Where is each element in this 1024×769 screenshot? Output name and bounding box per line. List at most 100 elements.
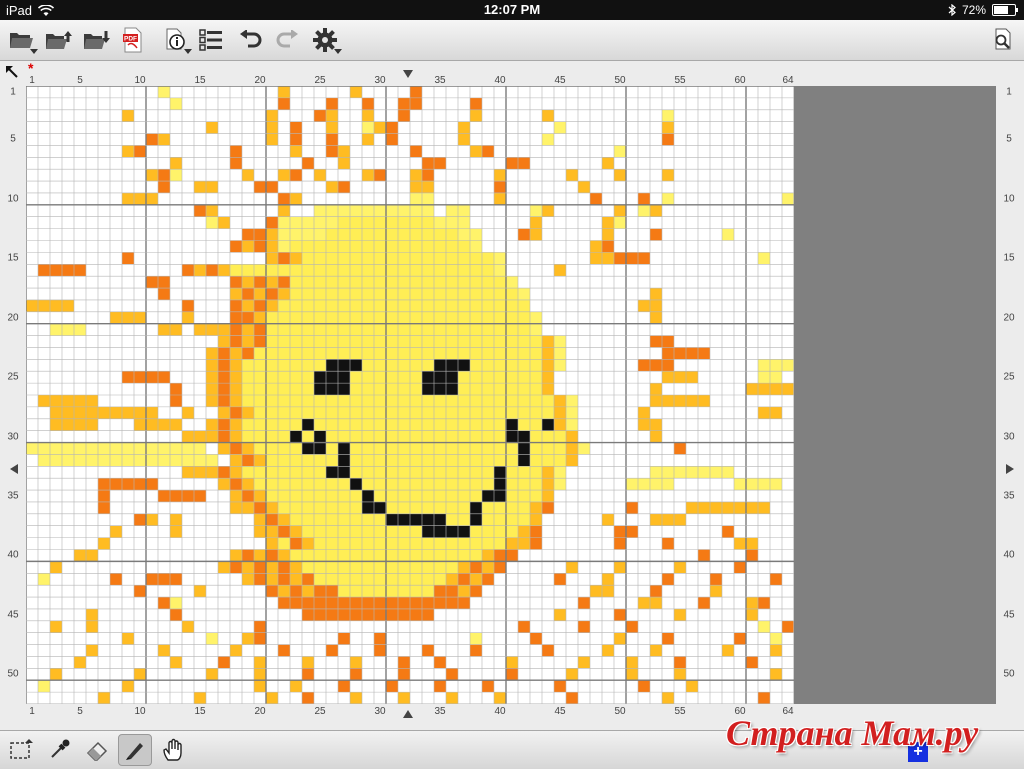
stitch-cell[interactable] (638, 204, 650, 217)
stitch-cell[interactable] (242, 501, 254, 514)
stitch-cell[interactable] (338, 240, 350, 253)
stitch-cell[interactable] (266, 525, 278, 538)
stitch-cell[interactable] (254, 299, 266, 312)
stitch-cell[interactable] (230, 335, 242, 348)
stitch-cell[interactable] (662, 133, 674, 146)
stitch-cell[interactable] (506, 430, 518, 443)
stitch-cell[interactable] (482, 252, 494, 265)
stitch-cell[interactable] (422, 585, 434, 598)
stitch-cell[interactable] (278, 430, 290, 443)
stitch-cell[interactable] (38, 680, 50, 693)
stitch-cell[interactable] (302, 395, 314, 407)
stitch-cell[interactable] (698, 466, 710, 479)
stitch-cell[interactable] (350, 276, 362, 289)
stitch-cell[interactable] (266, 240, 278, 253)
stitch-cell[interactable] (326, 644, 338, 657)
stitch-cell[interactable] (314, 490, 326, 502)
stitch-cell[interactable] (470, 406, 482, 419)
stitch-cell[interactable] (518, 537, 530, 550)
stitch-cell[interactable] (494, 383, 506, 395)
stitch-cell[interactable] (410, 395, 422, 407)
stitch-cell[interactable] (506, 501, 518, 514)
stitch-cell[interactable] (290, 597, 302, 609)
stitch-cell[interactable] (362, 252, 374, 265)
stitch-cell[interactable] (674, 561, 686, 574)
stitch-cell[interactable] (86, 608, 98, 621)
stitch-cell[interactable] (410, 335, 422, 348)
stitch-cell[interactable] (290, 145, 302, 158)
stitch-cell[interactable] (542, 109, 554, 122)
stitch-cell[interactable] (278, 299, 290, 312)
stitch-cell[interactable] (314, 383, 326, 395)
stitch-cell[interactable] (182, 430, 194, 443)
stitch-cell[interactable] (362, 478, 374, 491)
stitch-cell[interactable] (758, 359, 770, 372)
stitch-cell[interactable] (410, 383, 422, 395)
stitch-cell[interactable] (230, 264, 242, 277)
stitch-cell[interactable] (206, 466, 218, 479)
stitch-cell[interactable] (314, 276, 326, 289)
stitch-cell[interactable] (650, 418, 662, 431)
stitch-cell[interactable] (530, 371, 542, 384)
stitch-cell[interactable] (350, 323, 362, 336)
stitch-cell[interactable] (518, 478, 530, 491)
stitch-cell[interactable] (254, 347, 266, 360)
stitch-cell[interactable] (434, 478, 446, 491)
stitch-cell[interactable] (146, 573, 158, 586)
stitch-cell[interactable] (386, 359, 398, 372)
stitch-cell[interactable] (422, 466, 434, 479)
stitch-cell[interactable] (350, 383, 362, 395)
stitch-cell[interactable] (386, 406, 398, 419)
stitch-cell[interactable] (458, 240, 470, 253)
stitch-cell[interactable] (650, 513, 662, 526)
stitch-cell[interactable] (326, 288, 338, 300)
stitch-cell[interactable] (410, 597, 422, 609)
stitch-cell[interactable] (410, 252, 422, 265)
stitch-cell[interactable] (398, 490, 410, 502)
stitch-cell[interactable] (230, 561, 242, 574)
stitch-cell[interactable] (422, 501, 434, 514)
stitch-cell[interactable] (278, 169, 290, 182)
stitch-cell[interactable] (446, 418, 458, 431)
stitch-cell[interactable] (446, 430, 458, 443)
stitch-cell[interactable] (50, 299, 62, 312)
stitch-cell[interactable] (110, 454, 122, 467)
stitch-cell[interactable] (398, 525, 410, 538)
stitch-cell[interactable] (386, 252, 398, 265)
stitch-cell[interactable] (470, 371, 482, 384)
stitch-cell[interactable] (518, 228, 530, 241)
stitch-cell[interactable] (662, 513, 674, 526)
stitch-cell[interactable] (326, 121, 338, 134)
stitch-cell[interactable] (614, 632, 626, 645)
stitch-cell[interactable] (254, 490, 266, 502)
stitch-cell[interactable] (470, 311, 482, 324)
stitch-cell[interactable] (230, 418, 242, 431)
stitch-cell[interactable] (362, 597, 374, 609)
stitch-cell[interactable] (266, 406, 278, 419)
stitch-cell[interactable] (398, 406, 410, 419)
stitch-cell[interactable] (482, 680, 494, 693)
stitch-cell[interactable] (170, 323, 182, 336)
stitch-cell[interactable] (290, 228, 302, 241)
stitch-cell[interactable] (650, 359, 662, 372)
stitch-cell[interactable] (458, 359, 470, 372)
stitch-cell[interactable] (350, 537, 362, 550)
stitch-cell[interactable] (506, 513, 518, 526)
stitch-cell[interactable] (326, 585, 338, 598)
stitch-cell[interactable] (74, 656, 86, 669)
stitch-cell[interactable] (422, 276, 434, 289)
stitch-cell[interactable] (158, 276, 170, 289)
stitch-cell[interactable] (602, 644, 614, 657)
stitch-cell[interactable] (134, 513, 146, 526)
stitch-cell[interactable] (314, 240, 326, 253)
stitch-cell[interactable] (482, 347, 494, 360)
stitch-cell[interactable] (434, 216, 446, 229)
stitch-cell[interactable] (134, 418, 146, 431)
stitch-cell[interactable] (242, 228, 254, 241)
stitch-cell[interactable] (50, 406, 62, 419)
stitch-cell[interactable] (626, 252, 638, 265)
stitch-cell[interactable] (458, 442, 470, 455)
stitch-cell[interactable] (542, 442, 554, 455)
stitch-cell[interactable] (350, 288, 362, 300)
stitch-cell[interactable] (422, 299, 434, 312)
